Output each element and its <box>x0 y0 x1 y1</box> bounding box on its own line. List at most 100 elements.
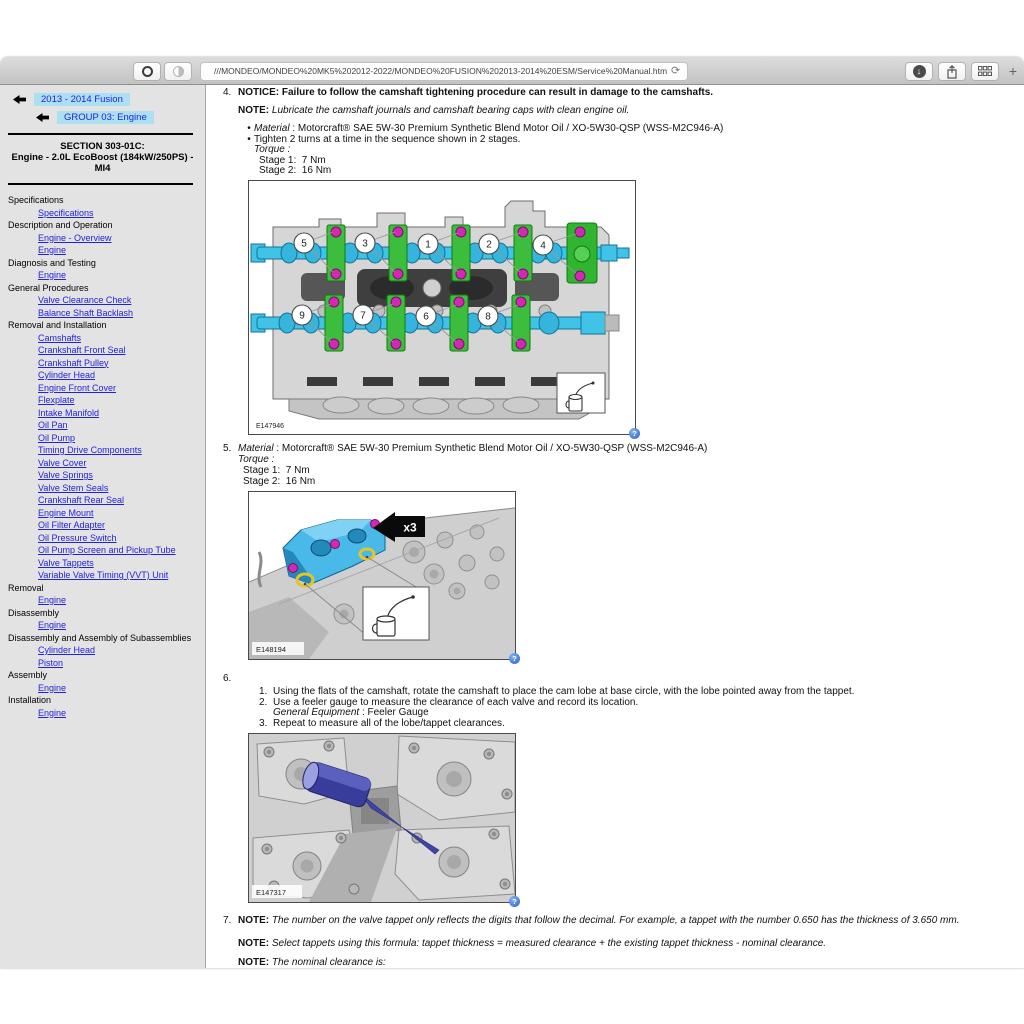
download-icon: ↓ <box>913 65 926 78</box>
sidebar-link[interactable]: Valve Clearance Check <box>0 294 205 307</box>
sidebar-link[interactable]: Valve Cover <box>0 457 205 470</box>
sidebar-link[interactable]: Engine <box>0 269 205 282</box>
breadcrumb-group-link[interactable]: GROUP 03: Engine <box>57 111 154 124</box>
sidebar-section-header: Assembly <box>0 669 205 682</box>
back-arrow-icon[interactable] <box>13 95 27 104</box>
svg-text:7: 7 <box>360 311 366 322</box>
svg-text:x3: x3 <box>403 521 417 535</box>
sidebar-link[interactable]: Flexplate <box>0 394 205 407</box>
svg-text:5: 5 <box>301 239 307 250</box>
sidebar-link[interactable]: Engine <box>0 594 205 607</box>
divider <box>8 133 193 135</box>
sidebar-link[interactable]: Crankshaft Rear Seal <box>0 494 205 507</box>
extension-button-2[interactable] <box>164 62 192 81</box>
note-text: NOTE: Lubricate the camshaft journals an… <box>238 105 629 116</box>
torque-label: Torque : <box>238 454 1008 465</box>
substep-list: 1.Using the flats of the camshaft, rotat… <box>223 687 1008 729</box>
sidebar-section-header: Diagnosis and Testing <box>0 257 205 270</box>
sidebar-link[interactable]: Intake Manifold <box>0 407 205 420</box>
sidebar-link[interactable]: Oil Pan <box>0 419 205 432</box>
sidebar-link[interactable]: Cylinder Head <box>0 369 205 382</box>
half-circle-icon <box>173 66 184 77</box>
reload-icon[interactable]: ⟳ <box>671 66 682 77</box>
sidebar-link[interactable]: Engine Front Cover <box>0 382 205 395</box>
sidebar-link[interactable]: Valve Springs <box>0 469 205 482</box>
figure-id-label: E148194 <box>256 645 286 654</box>
step-4: 4. NOTICE: Failure to follow the camshaf… <box>223 87 1008 177</box>
figure-id-label: E147946 <box>256 423 284 430</box>
step-number: 6. <box>223 673 238 684</box>
sidebar-link[interactable]: Engine <box>0 707 205 720</box>
sidebar-link[interactable]: Oil Pump <box>0 432 205 445</box>
tab-grid-icon <box>978 66 992 77</box>
sidebar-link[interactable]: Engine Mount <box>0 507 205 520</box>
share-button[interactable] <box>938 62 966 81</box>
help-icon[interactable]: ? <box>629 428 640 439</box>
address-bar[interactable]: ///MONDEO/MONDEO%20MK5%202012-2022/MONDE… <box>200 62 688 81</box>
figure-camshaft-sequence: 5 3 1 2 4 9 7 6 8 <box>248 180 636 435</box>
share-icon <box>946 65 958 79</box>
sidebar-section-header: Installation <box>0 694 205 707</box>
sidebar-link[interactable]: Valve Tappets <box>0 557 205 570</box>
breadcrumb-vehicle-link[interactable]: 2013 - 2014 Fusion <box>34 93 130 106</box>
svg-text:3: 3 <box>362 239 368 250</box>
oil-can-inset <box>557 373 605 413</box>
browser-window: ///MONDEO/MONDEO%20MK5%202012-2022/MONDE… <box>0 57 1024 968</box>
bullet-tighten: • Tighten 2 turns at a time in the seque… <box>223 135 1008 146</box>
step-6: 6. 1.Using the flats of the camshaft, ro… <box>223 673 1008 729</box>
new-tab-button[interactable]: + <box>1002 62 1024 81</box>
sidebar-link[interactable]: Camshafts <box>0 332 205 345</box>
sidebar-link[interactable]: Engine <box>0 682 205 695</box>
sidebar-section-header: Removal and Installation <box>0 319 205 332</box>
sidebar-nav-list: SpecificationsSpecificationsDescription … <box>0 194 205 719</box>
back-arrow-icon[interactable] <box>36 113 50 122</box>
sidebar-link[interactable]: Valve Stem Seals <box>0 482 205 495</box>
sidebar-link[interactable]: Variable Valve Timing (VVT) Unit <box>0 569 205 582</box>
tab-overview-button[interactable] <box>971 62 999 81</box>
torque-label: Torque : <box>254 145 1008 156</box>
note-nominal-clearance: NOTE: The nominal clearance is: <box>238 957 386 968</box>
sidebar-link[interactable]: Engine <box>0 619 205 632</box>
step-number: 5. <box>223 443 238 454</box>
svg-text:1: 1 <box>425 240 431 251</box>
torque-stage1: Stage 1: 7 Nm <box>243 465 1008 476</box>
sidebar-link[interactable]: Oil Pump Screen and Pickup Tube <box>0 544 205 557</box>
help-icon[interactable]: ? <box>509 653 520 664</box>
sidebar-link[interactable]: Oil Pressure Switch <box>0 532 205 545</box>
sidebar-link[interactable]: Crankshaft Front Seal <box>0 344 205 357</box>
sidebar-link[interactable]: Cylinder Head <box>0 644 205 657</box>
bullet-list: • Material : Motorcraft® SAE 5W-30 Premi… <box>223 124 1008 177</box>
downloads-button[interactable]: ↓ <box>905 62 933 81</box>
svg-text:9: 9 <box>299 311 305 322</box>
sidebar-link[interactable]: Piston <box>0 657 205 670</box>
torque-stage2: Stage 2: 16 Nm <box>259 166 1008 177</box>
note-formula: NOTE: Select tappets using this formula:… <box>238 938 826 949</box>
sidebar-section-header: Description and Operation <box>0 219 205 232</box>
sidebar-link[interactable]: Balance Shaft Backlash <box>0 307 205 320</box>
divider <box>8 183 193 185</box>
url-text: ///MONDEO/MONDEO%20MK5%202012-2022/MONDE… <box>214 66 667 76</box>
sidebar-section-header: Disassembly and Assembly of Subassemblie… <box>0 632 205 645</box>
sidebar-link[interactable]: Oil Filter Adapter <box>0 519 205 532</box>
svg-text:8: 8 <box>485 312 491 323</box>
step-7: 7. NOTE: The number on the valve tappet … <box>223 915 1008 968</box>
torque-stage2: Stage 2: 16 Nm <box>243 476 1008 487</box>
section-title-line2: Engine - 2.0L EcoBoost (184kW/250PS) - M… <box>4 152 201 174</box>
torque-stage1: Stage 1: 7 Nm <box>259 156 1008 167</box>
sidebar-link[interactable]: Timing Drive Components <box>0 444 205 457</box>
browser-toolbar: ///MONDEO/MONDEO%20MK5%202012-2022/MONDE… <box>0 57 1024 85</box>
extension-button-1[interactable] <box>133 62 161 81</box>
step-number: 7. <box>223 915 238 926</box>
figure-oiling-points: x3 E148194 <box>248 491 516 660</box>
sidebar-link[interactable]: Crankshaft Pulley <box>0 357 205 370</box>
material-text: Material : Motorcraft® SAE 5W-30 Premium… <box>238 443 707 454</box>
section-title: SECTION 303-01C: Engine - 2.0L EcoBoost … <box>0 141 205 174</box>
sidebar-link[interactable]: Engine <box>0 244 205 257</box>
substep-1: Using the flats of the camshaft, rotate … <box>273 687 854 698</box>
sidebar-section-header: Specifications <box>0 194 205 207</box>
sidebar-link[interactable]: Engine - Overview <box>0 232 205 245</box>
carrier-oiling-illustration: x3 E148194 <box>249 492 515 659</box>
oil-can-inset <box>363 587 429 640</box>
sidebar-link[interactable]: Specifications <box>0 207 205 220</box>
help-icon[interactable]: ? <box>509 896 520 907</box>
